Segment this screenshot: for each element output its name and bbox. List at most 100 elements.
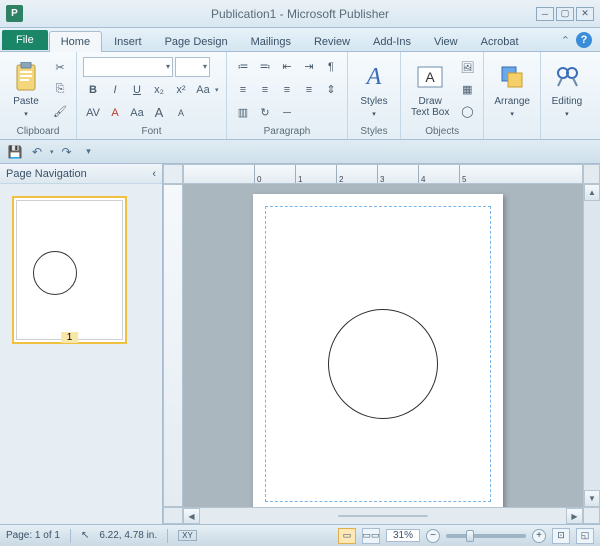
grow-font-button[interactable]: A — [149, 103, 169, 123]
zoom-slider-knob[interactable] — [466, 530, 474, 542]
align-right-button[interactable]: ≡ — [277, 80, 297, 100]
arrange-button[interactable]: Arrange ▾ — [490, 59, 534, 120]
shapes-button[interactable]: ◯ — [457, 102, 477, 122]
ruler-tick: 1 — [295, 165, 336, 184]
maximize-button[interactable]: ▢ — [556, 7, 574, 21]
character-spacing-button[interactable]: AV — [83, 103, 103, 123]
ruler-corner — [163, 164, 183, 184]
subscript-button[interactable]: x₂ — [149, 80, 169, 100]
help-icon[interactable]: ? — [576, 32, 592, 48]
font-color-button[interactable]: A — [105, 103, 125, 123]
horizontal-scrollbar[interactable]: ◀ ▶ — [183, 507, 583, 524]
minimize-button[interactable]: ─ — [536, 7, 554, 21]
tab-file[interactable]: File — [2, 30, 48, 50]
bold-button[interactable]: B — [83, 80, 103, 100]
align-left-button[interactable]: ≡ — [233, 80, 253, 100]
arrange-icon — [496, 61, 528, 93]
canvas-area[interactable] — [183, 184, 583, 507]
undo-icon[interactable]: ↶ — [28, 143, 46, 161]
font-name-combo[interactable] — [83, 57, 173, 77]
clipboard-group-label: Clipboard — [6, 124, 70, 139]
thumb-circle-shape — [33, 251, 77, 295]
circle-shape[interactable] — [328, 309, 438, 419]
scroll-left-button[interactable]: ◀ — [183, 508, 200, 524]
copy-button[interactable]: ⎘ — [50, 80, 70, 100]
fit-page-button[interactable]: ⊡ — [552, 528, 570, 544]
save-icon[interactable]: 💾 — [6, 143, 24, 161]
status-xy[interactable]: XY — [178, 530, 197, 541]
view-spread-button[interactable]: ▭▭ — [362, 528, 380, 544]
status-page[interactable]: Page: 1 of 1 — [6, 530, 60, 541]
editing-button[interactable]: Editing ▾ — [547, 59, 587, 120]
numbering-button[interactable]: ≕ — [255, 57, 275, 77]
scroll-down-button[interactable]: ▼ — [584, 490, 600, 507]
editing-label: Editing — [552, 96, 583, 107]
cut-button[interactable]: ✂ — [50, 58, 70, 78]
shrink-font-button[interactable]: A — [171, 103, 191, 123]
tab-mailings[interactable]: Mailings — [240, 32, 302, 51]
zoom-in-button[interactable]: + — [532, 529, 546, 543]
picture-button[interactable]: 🖼 — [457, 58, 477, 78]
format-painter-button[interactable]: 🖌 — [50, 102, 70, 122]
zoom-slider[interactable] — [446, 534, 526, 538]
status-bar: Page: 1 of 1 ↖ 6.22, 4.78 in. XY ▭ ▭▭ 31… — [0, 524, 600, 546]
hyphenation-button[interactable]: ─ — [277, 103, 297, 123]
scroll-up-button[interactable]: ▲ — [584, 184, 600, 201]
table-button[interactable]: ▦ — [457, 80, 477, 100]
clear-format-button[interactable]: Aa — [127, 103, 147, 123]
nav-title: Page Navigation — [6, 168, 87, 180]
draw-textbox-button[interactable]: A Draw Text Box — [407, 59, 453, 120]
ribbon-tabs: File Home Insert Page Design Mailings Re… — [0, 28, 600, 52]
page-thumbnail-1[interactable]: 1 — [12, 196, 127, 344]
tab-review[interactable]: Review — [303, 32, 361, 51]
undo-dropdown-icon[interactable]: ▾ — [50, 148, 54, 156]
arrange-group-label — [490, 124, 534, 139]
nav-collapse-icon[interactable]: ‹ — [152, 168, 156, 180]
view-single-button[interactable]: ▭ — [338, 528, 356, 544]
columns-button[interactable]: ▥ — [233, 103, 253, 123]
horizontal-ruler[interactable]: 0 1 2 3 4 5 — [183, 164, 583, 184]
decrease-indent-button[interactable]: ⇤ — [277, 57, 297, 77]
underline-button[interactable]: U — [127, 80, 147, 100]
tab-insert[interactable]: Insert — [103, 32, 153, 51]
change-case-button[interactable]: Aa — [193, 80, 213, 100]
align-center-button[interactable]: ≡ — [255, 80, 275, 100]
close-button[interactable]: ✕ — [576, 7, 594, 21]
qat-customize-icon[interactable]: ▾ — [80, 143, 98, 161]
tab-acrobat[interactable]: Acrobat — [470, 32, 530, 51]
font-size-combo[interactable] — [175, 57, 210, 77]
superscript-button[interactable]: x² — [171, 80, 191, 100]
tab-page-design[interactable]: Page Design — [154, 32, 239, 51]
justify-button[interactable]: ≡ — [299, 80, 319, 100]
whole-page-button[interactable]: ◱ — [576, 528, 594, 544]
vertical-scrollbar[interactable]: ▲ ▼ — [583, 184, 600, 507]
scroll-thumb[interactable] — [338, 515, 428, 517]
ribbon-minimize-icon[interactable]: ⌃ — [561, 34, 570, 47]
ruler-tick: 3 — [377, 165, 418, 184]
publication-page[interactable] — [253, 194, 503, 507]
paste-button[interactable]: Paste ▾ — [6, 59, 46, 120]
tab-addins[interactable]: Add-Ins — [362, 32, 422, 51]
styles-button[interactable]: A Styles ▾ — [354, 59, 394, 120]
show-marks-button[interactable]: ¶ — [321, 57, 341, 77]
quick-access-toolbar: 💾 ↶ ▾ ↷ ▾ — [0, 140, 600, 164]
svg-text:A: A — [426, 69, 436, 85]
redo-icon[interactable]: ↷ — [58, 143, 76, 161]
bullets-button[interactable]: ≔ — [233, 57, 253, 77]
text-direction-button[interactable]: ↻ — [255, 103, 275, 123]
line-spacing-button[interactable]: ⇕ — [321, 80, 341, 100]
tab-view[interactable]: View — [423, 32, 469, 51]
styles-group-label: Styles — [354, 124, 394, 139]
vertical-ruler[interactable] — [163, 184, 183, 507]
ruler-tick: 2 — [336, 165, 377, 184]
status-coord: 6.22, 4.78 in. — [99, 530, 157, 541]
italic-button[interactable]: I — [105, 80, 125, 100]
textbox-label: Draw Text Box — [411, 96, 449, 118]
paragraph-group-label: Paragraph — [233, 124, 341, 139]
zoom-out-button[interactable]: − — [426, 529, 440, 543]
ruler-tick: 4 — [418, 165, 459, 184]
scroll-right-button[interactable]: ▶ — [566, 508, 583, 524]
zoom-level[interactable]: 31% — [386, 529, 420, 542]
tab-home[interactable]: Home — [49, 31, 102, 52]
increase-indent-button[interactable]: ⇥ — [299, 57, 319, 77]
